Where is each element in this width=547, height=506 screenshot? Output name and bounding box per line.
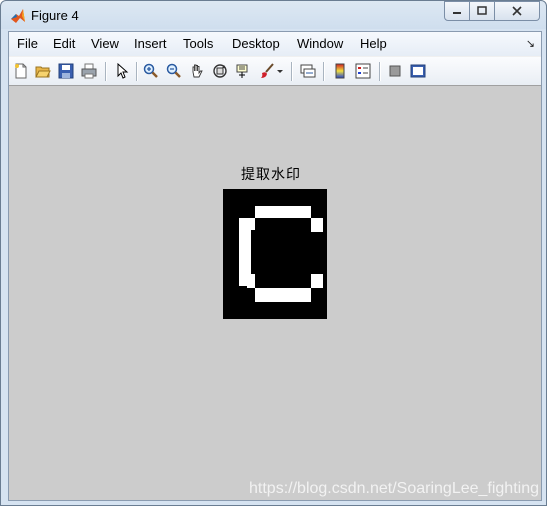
zoom-out-icon[interactable]	[165, 62, 183, 80]
show-plot-tools-icon[interactable]	[409, 62, 427, 80]
menu-file[interactable]: File	[17, 36, 38, 51]
print-icon[interactable]	[80, 62, 98, 80]
maximize-icon[interactable]	[470, 1, 495, 21]
figure-window: Figure 4 File Edit View Insert Tools Des…	[0, 0, 547, 506]
data-cursor-icon[interactable]	[234, 62, 252, 80]
pixel-block	[255, 206, 311, 218]
axes-title: 提取水印	[241, 167, 301, 183]
hide-plot-tools-icon[interactable]	[386, 62, 404, 80]
pixel-block	[311, 218, 323, 232]
dock-arrow-icon[interactable]: ↘	[526, 37, 535, 50]
toolbar-separator	[379, 62, 381, 81]
brush-icon[interactable]	[258, 62, 276, 80]
brush-dropdown-icon[interactable]	[275, 62, 285, 80]
insert-colorbar-icon[interactable]	[331, 62, 349, 80]
edit-plot-icon[interactable]	[113, 62, 131, 80]
open-file-icon[interactable]	[34, 62, 52, 80]
menu-bar: File Edit View Insert Tools Desktop Wind…	[9, 32, 541, 56]
pixel-block	[247, 274, 255, 288]
link-plot-icon[interactable]	[299, 62, 317, 80]
menu-view[interactable]: View	[91, 36, 119, 51]
menu-help[interactable]: Help	[360, 36, 387, 51]
window-title: Figure 4	[31, 8, 79, 23]
window-controls	[444, 1, 540, 21]
menu-desktop[interactable]: Desktop	[232, 36, 280, 51]
toolbar-separator	[105, 62, 107, 81]
pan-icon[interactable]	[188, 62, 206, 80]
rotate-3d-icon[interactable]	[211, 62, 229, 80]
zoom-in-icon[interactable]	[142, 62, 160, 80]
figure-toolbar	[9, 57, 541, 86]
matlab-logo-icon	[10, 8, 26, 24]
toolbar-separator	[291, 62, 293, 81]
menu-tools[interactable]: Tools	[183, 36, 213, 51]
menu-edit[interactable]: Edit	[53, 36, 75, 51]
menu-window[interactable]: Window	[297, 36, 343, 51]
new-figure-icon[interactable]	[12, 62, 30, 80]
title-bar[interactable]: Figure 4	[1, 1, 546, 29]
figure-canvas[interactable]: 提取水印 https://blog.csdn.net/SoaringLee_fi…	[9, 86, 541, 500]
close-icon[interactable]	[495, 1, 540, 21]
save-icon[interactable]	[57, 62, 75, 80]
toolbar-separator	[136, 62, 138, 81]
pixel-block	[311, 274, 323, 288]
menu-insert[interactable]: Insert	[134, 36, 167, 51]
blog-watermark: https://blog.csdn.net/SoaringLee_fightin…	[249, 480, 539, 497]
pixel-block	[255, 288, 311, 302]
figure-client: File Edit View Insert Tools Desktop Wind…	[8, 31, 542, 501]
toolbar-separator	[323, 62, 325, 81]
minimize-icon[interactable]	[444, 1, 470, 21]
insert-legend-icon[interactable]	[354, 62, 372, 80]
extracted-watermark-image	[223, 189, 327, 319]
